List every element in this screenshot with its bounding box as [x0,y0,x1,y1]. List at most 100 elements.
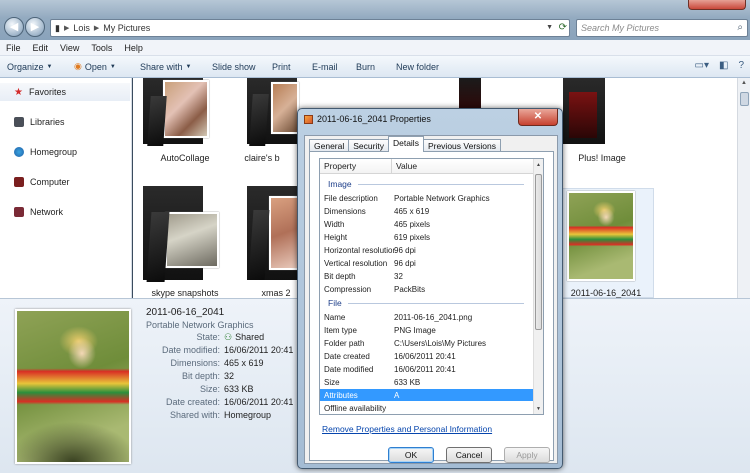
print-button[interactable]: Print [265,62,305,72]
property-key: Date created [324,351,370,361]
folder-autocollage[interactable] [141,78,231,148]
column-property[interactable]: Property [320,159,392,173]
property-row[interactable]: Item type PNG Image [320,324,533,336]
open-button[interactable]: ◉ Open ▼ [67,61,133,72]
cancel-button[interactable]: Cancel [446,447,492,463]
property-row[interactable]: File description Portable Network Graphic… [320,192,533,204]
window-close-button[interactable] [688,0,746,10]
details-value[interactable]: Homegroup [224,410,271,420]
property-value: A [394,390,400,400]
details-row: Date modified: 16/06/2011 20:41 [146,345,306,355]
menu-bar: File Edit View Tools Help [0,40,750,56]
scroll-up-icon[interactable]: ▲ [536,162,541,168]
menu-view[interactable]: View [54,43,85,53]
details-key: Dimensions: [170,358,220,368]
homegroup-icon [14,147,24,157]
chevron-down-icon[interactable]: ▼ [546,24,553,31]
nav-network[interactable]: Network [0,203,130,221]
nav-label: Network [30,207,64,217]
change-view-icon[interactable]: ▭▾ [695,60,709,71]
slide-show-button[interactable]: Slide show [205,62,265,72]
column-value[interactable]: Value [392,159,534,173]
group-divider [347,302,524,304]
property-row-selected[interactable]: Attributes A [320,389,533,401]
details-row: Dimensions: 465 x 619 [146,358,306,368]
menu-tools[interactable]: Tools [85,43,118,53]
photo-thumbnail [567,191,635,281]
organize-button[interactable]: Organize ▼ [0,62,67,72]
folder-plus-image[interactable] [563,78,623,148]
folder-icon [459,78,481,108]
nav-label: Libraries [30,117,65,127]
title-bar: ◀ ▶ ▮ ▶ Lois ▶ My Pictures ▼ ⟳ Search My… [0,0,750,40]
scroll-down-icon[interactable]: ▼ [536,406,541,412]
property-key: Compression [324,284,372,294]
refresh-icon[interactable]: ⟳ [559,22,567,33]
scroll-thumb[interactable] [740,92,749,106]
dialog-title: 2011-06-16_2041 Properties [317,114,431,124]
property-value: 633 KB [394,377,421,387]
property-value: 619 pixels [394,232,431,242]
property-key: Item type [324,325,357,335]
property-row[interactable]: Dimensions 465 x 619 [320,205,533,217]
property-row[interactable]: Name 2011-06-16_2041.png [320,311,533,323]
group-divider [357,183,524,185]
menu-file[interactable]: File [0,43,27,53]
navigation-pane: ★ Favorites Libraries Homegroup Computer… [0,78,132,298]
details-value[interactable]: 16/06/2011 20:41 [224,345,293,355]
property-row[interactable]: Bit depth 32 [320,270,533,282]
details-file-type: Portable Network Graphics [146,320,254,330]
preview-pane-icon[interactable]: ◧ [719,60,728,71]
folder-icon: ▮ [55,22,60,33]
vertical-scrollbar[interactable]: ▲ [737,78,750,298]
back-button[interactable]: ◀ [4,17,24,37]
property-list[interactable]: Property Value Image File description Por… [319,158,544,415]
property-row[interactable]: Folder path C:\Users\Lois\My Pictures [320,337,533,349]
nav-computer[interactable]: Computer [0,173,130,191]
nav-libraries[interactable]: Libraries [0,113,130,131]
item-label: Plus! Image [578,153,626,163]
breadcrumb-lois[interactable]: Lois [69,23,94,33]
search-input[interactable]: Search My Pictures ⌕ [576,19,748,37]
property-key: File description [324,193,378,203]
close-button[interactable]: ✕ [518,109,558,126]
breadcrumb-my-pictures[interactable]: My Pictures [99,23,154,33]
property-row[interactable]: Compression PackBits [320,283,533,295]
scroll-up-icon[interactable]: ▲ [741,80,747,86]
property-row[interactable]: Vertical resolution 96 dpi [320,257,533,269]
property-row[interactable]: Size 633 KB [320,376,533,388]
search-icon: ⌕ [737,22,743,33]
remove-properties-link[interactable]: Remove Properties and Personal Informati… [322,424,492,434]
property-row[interactable]: Height 619 pixels [320,231,533,243]
shared-icon: ⚇ [224,332,233,342]
apply-button[interactable]: Apply [504,447,550,463]
nav-label: Favorites [28,87,66,97]
nav-favorites[interactable]: ★ Favorites [0,83,130,101]
folder-skype-snapshots[interactable] [141,186,231,284]
help-icon[interactable]: ? [738,60,744,71]
property-row[interactable]: Horizontal resolution 96 dpi [320,244,533,256]
property-key: Horizontal resolution [324,245,394,255]
scroll-thumb[interactable] [535,174,542,330]
property-row[interactable]: Date created 16/06/2011 20:41 [320,350,533,362]
menu-edit[interactable]: Edit [27,43,55,53]
address-bar[interactable]: ▮ ▶ Lois ▶ My Pictures ▼ ⟳ [50,19,570,37]
property-row[interactable]: Width 465 pixels [320,218,533,230]
tab-details[interactable]: Details [387,136,424,152]
chevron-down-icon: ▼ [185,63,192,70]
ok-button[interactable]: OK [388,447,434,463]
burn-button[interactable]: Burn [349,62,389,72]
share-with-button[interactable]: Share with ▼ [133,62,205,72]
property-key: Vertical resolution [324,258,388,268]
new-folder-button[interactable]: New folder [389,62,446,72]
menu-help[interactable]: Help [118,43,149,53]
details-value[interactable]: 16/06/2011 20:41 [224,397,293,407]
property-row[interactable]: Date modified 16/06/2011 20:41 [320,363,533,375]
list-scrollbar[interactable]: ▲ ▼ [533,159,543,414]
chevron-down-icon: ▼ [46,63,53,70]
nav-homegroup[interactable]: Homegroup [0,143,130,161]
property-row[interactable]: Offline availability [320,402,533,414]
forward-button[interactable]: ▶ [25,17,45,37]
star-icon: ★ [14,86,23,98]
email-button[interactable]: E-mail [305,62,349,72]
